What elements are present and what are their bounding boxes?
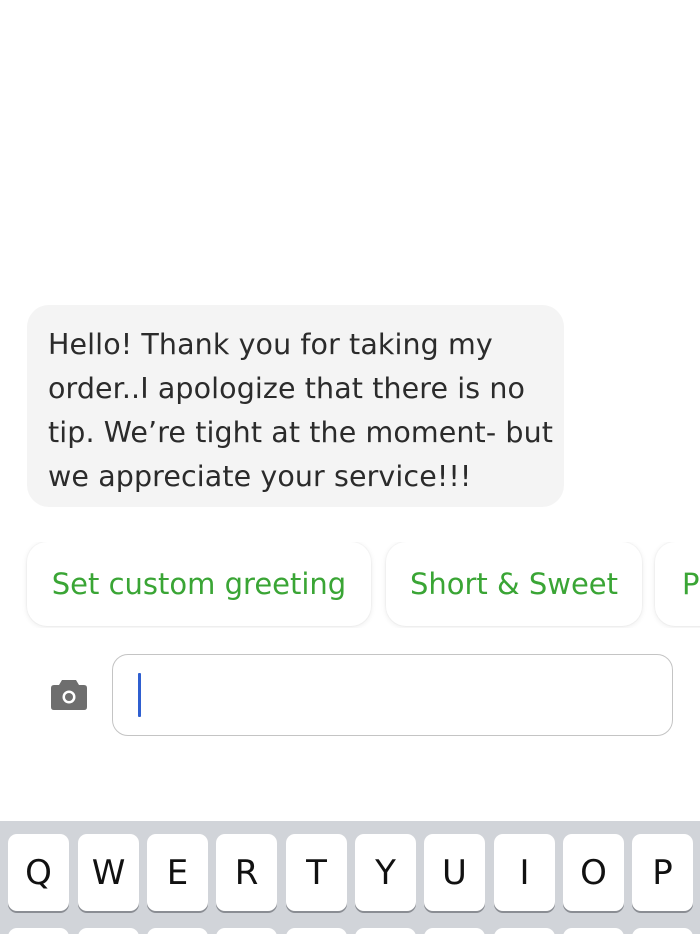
key-w[interactable]: W [78,834,139,911]
key-row2-partial[interactable] [78,928,139,934]
key-row2-partial[interactable] [8,928,69,934]
key-e[interactable]: E [147,834,208,911]
quick-reply-label: Short & Sweet [409,567,619,601]
key-row2-partial[interactable] [216,928,277,934]
key-q[interactable]: Q [8,834,69,911]
text-caret [138,673,141,717]
quick-reply-set-custom-greeting[interactable]: Set custom greeting [27,542,371,626]
key-row2-partial[interactable] [147,928,208,934]
key-t[interactable]: T [286,834,347,911]
key-u[interactable]: U [424,834,485,911]
onscreen-keyboard: Q W E R T Y U I O P [0,821,700,934]
quick-reply-label: P [682,567,700,601]
message-input[interactable] [112,654,673,736]
message-line: order..I apologize that there is no [48,372,526,405]
key-r[interactable]: R [216,834,277,911]
received-message-bubble: Hello! Thank you for taking my order..I … [27,305,564,507]
key-row2-partial[interactable] [632,928,693,934]
chat-screen: Hello! Thank you for taking my order..I … [0,0,700,934]
key-p[interactable]: P [632,834,693,911]
message-line: tip. We’re tight at the moment- but [48,416,554,449]
quick-reply-partial[interactable]: P [655,542,700,626]
key-row2-partial[interactable] [563,928,624,934]
key-y[interactable]: Y [355,834,416,911]
key-row2-partial[interactable] [424,928,485,934]
quick-reply-short-and-sweet[interactable]: Short & Sweet [386,542,642,626]
quick-reply-label: Set custom greeting [51,567,347,601]
key-row2-partial[interactable] [355,928,416,934]
key-row2-partial[interactable] [494,928,555,934]
camera-icon[interactable] [50,677,88,710]
quick-reply-row: Set custom greeting Short & Sweet P [0,542,700,628]
key-i[interactable]: I [494,834,555,911]
message-line: Hello! Thank you for taking my [48,328,493,361]
key-o[interactable]: O [563,834,624,911]
key-row2-partial[interactable] [286,928,347,934]
message-line: we appreciate your service!!! [48,460,472,493]
